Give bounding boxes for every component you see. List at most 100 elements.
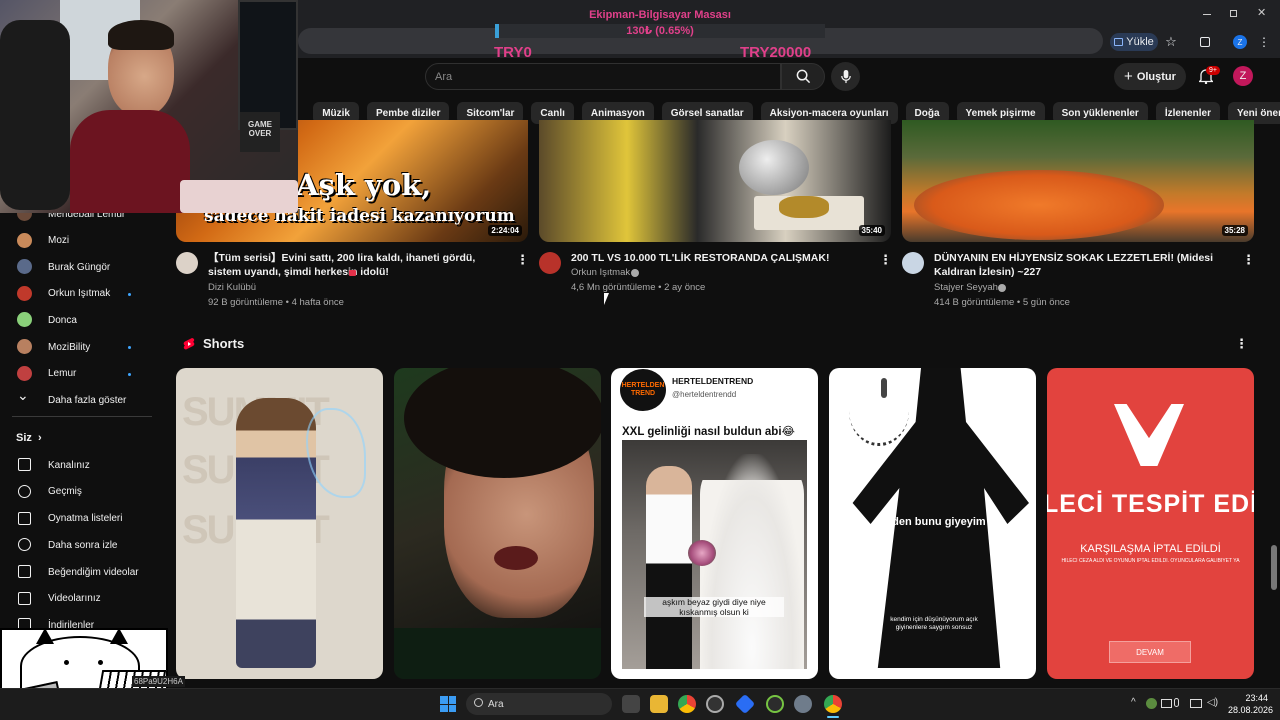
short-overlay-text: kendim için düşünüyorum açık giyinenlere… — [890, 616, 978, 631]
channel-avatar — [17, 339, 32, 354]
system-clock[interactable]: 23:44 28.08.2026 — [1228, 692, 1273, 716]
video-more-icon[interactable]: ⋮ — [879, 253, 892, 267]
chrome-icon[interactable] — [678, 695, 696, 713]
like-icon — [18, 565, 31, 578]
task-view-icon[interactable] — [622, 695, 640, 713]
account-avatar[interactable]: Z — [1233, 66, 1253, 86]
app-icon-green[interactable] — [766, 695, 784, 713]
donation-goal-min: TRY0 — [494, 44, 532, 61]
settings-icon[interactable] — [794, 695, 812, 713]
app-icon-dark[interactable] — [706, 695, 724, 713]
channel-name[interactable]: Stajyer Seyyah — [934, 280, 998, 295]
sidebar-subscription[interactable]: Donca — [0, 308, 160, 332]
short-caption: neden bunu giyeyim — [879, 516, 986, 528]
chrome-active-icon[interactable] — [824, 695, 842, 713]
search-button[interactable] — [781, 63, 825, 90]
tray-app-icon[interactable] — [1146, 698, 1157, 709]
video-duration: 35:28 — [1221, 225, 1248, 236]
shorts-more-icon[interactable]: ⋮ — [1235, 337, 1248, 351]
extensions-icon[interactable] — [1198, 33, 1212, 51]
sidebar-subscription[interactable]: Orkun Işıtmak — [0, 282, 160, 306]
you-section-header[interactable]: Siz › — [0, 426, 160, 450]
shorts-icon — [183, 337, 195, 349]
channel-name[interactable]: Orkun Işıtmak — [571, 265, 630, 280]
video-title[interactable]: DÜNYANIN EN HİJYENSİZ SOKAK LEZZETLERİ! … — [934, 251, 1219, 279]
sidebar-item-label: Orkun Işıtmak — [48, 288, 111, 300]
short-card[interactable]: SUMMIT SUMMIT SUMMIT — [176, 368, 383, 679]
shorts-header: Shorts — [183, 336, 244, 351]
continue-button[interactable]: DEVAM — [1109, 641, 1191, 663]
windows-search-icon — [474, 698, 483, 707]
short-titles-partial — [176, 681, 1256, 688]
channel-avatar[interactable] — [176, 252, 198, 274]
tray-chevron-icon[interactable]: ^ — [1131, 697, 1136, 708]
donation-goal-title: Ekipman-Bilgisayar Masası — [589, 9, 731, 21]
sidebar-item-channel[interactable]: Kanalınız — [0, 453, 160, 477]
sidebar-item-playlists[interactable]: Oynatma listeleri — [0, 507, 160, 531]
sidebar-item-label: Oynatma listeleri — [48, 513, 123, 525]
video-more-icon[interactable]: ⋮ — [1242, 253, 1255, 267]
file-explorer-icon[interactable] — [650, 695, 668, 713]
sidebar-item-label: Geçmiş — [48, 486, 82, 498]
video-thumbnail[interactable]: 35:40 — [539, 120, 891, 242]
upload-button[interactable]: Yükle — [1110, 33, 1158, 51]
sidebar-subscription[interactable]: Lemur — [0, 362, 160, 386]
valorant-logo-icon — [1114, 404, 1184, 466]
cloche — [739, 140, 809, 195]
browser-profile-avatar[interactable]: Z — [1233, 35, 1247, 49]
channel-avatar[interactable] — [539, 252, 561, 274]
sidebar-item-your-videos[interactable]: Videolarınız — [0, 587, 160, 611]
channel-avatar[interactable] — [902, 252, 924, 274]
sidebar-item-label: Mozi — [48, 235, 70, 247]
tray-display-icon[interactable] — [1161, 699, 1172, 708]
history-icon — [18, 484, 31, 498]
window-restore-icon[interactable] — [1230, 10, 1237, 17]
windows-search-box[interactable]: Ara — [466, 693, 612, 715]
video-more-icon[interactable]: ⋮ — [516, 253, 529, 267]
short-mid-text: KARŞILAŞMA İPTAL EDİLDİ — [1080, 543, 1221, 555]
channel-avatar — [17, 232, 32, 248]
video-thumbnail[interactable]: 35:28 — [902, 120, 1254, 242]
video-metadata: 414 B görüntüleme • 5 gün önce — [934, 297, 1070, 308]
short-card[interactable]: LECİ TESPİT EDİ KARŞILAŞMA İPTAL EDİLDİ … — [1047, 368, 1254, 679]
sidebar-subscription[interactable]: Mozi — [0, 229, 160, 253]
sidebar-item-history[interactable]: Geçmiş — [0, 480, 160, 504]
channel-icon — [18, 458, 31, 472]
sidebar-item-label: Beğendiğim videolar — [48, 566, 139, 578]
sidebar-item-label: Donca — [48, 314, 77, 326]
sidebar-item-watch-later[interactable]: Daha sonra izle — [0, 533, 160, 557]
volume-icon[interactable]: ◁) — [1207, 697, 1218, 708]
video-title[interactable]: 200 TL VS 10.000 TL'LİK RESTORANDA ÇALIŞ… — [571, 251, 856, 265]
windows-start-icon[interactable] — [440, 696, 456, 712]
sidebar-item-label: MoziBility — [48, 341, 91, 353]
show-more-label: Daha fazla göster — [48, 394, 127, 406]
show-more-button[interactable]: ⌄ Daha fazla göster — [0, 388, 160, 412]
cat-eye-left — [64, 660, 69, 665]
scrollbar-thumb[interactable] — [1271, 545, 1277, 590]
sidebar-subscription[interactable]: Burak Güngör — [0, 255, 160, 279]
window-minimize-icon[interactable] — [1203, 14, 1211, 15]
create-button[interactable]: + Oluştur — [1114, 63, 1186, 90]
notification-count-badge: 9+ — [1206, 66, 1220, 75]
browser-menu-icon[interactable]: ⋮ — [1258, 33, 1270, 51]
game-over-poster: GAME OVER — [240, 112, 280, 152]
search-input[interactable]: Ara — [425, 63, 781, 90]
bookmark-star-icon[interactable]: ☆ — [1163, 33, 1179, 51]
video-duration: 2:24:04 — [488, 225, 522, 236]
short-card[interactable]: HERTELDEN TREND HERTELDENTREND @hertelde… — [611, 368, 818, 679]
earring — [881, 378, 887, 398]
sidebar-divider — [12, 416, 152, 418]
shirt-shape — [394, 628, 601, 679]
window-close-icon[interactable]: ✕ — [1257, 6, 1266, 19]
short-card[interactable]: neden bunu giyeyim kendim için düşünüyor… — [829, 368, 1036, 679]
sidebar-item-like[interactable]: Beğendiğim videolar — [0, 560, 160, 584]
voice-search-button[interactable] — [831, 62, 860, 91]
microphone-tray-icon[interactable] — [1174, 698, 1179, 707]
network-icon[interactable] — [1190, 699, 1202, 708]
short-card[interactable] — [394, 368, 601, 679]
channel-name[interactable]: Dizi Kulübü — [208, 280, 256, 295]
live-indicator-dot — [128, 372, 131, 376]
sidebar-subscription[interactable]: MoziBility — [0, 335, 160, 359]
keyboard — [180, 180, 298, 213]
live-indicator-dot — [128, 346, 131, 349]
